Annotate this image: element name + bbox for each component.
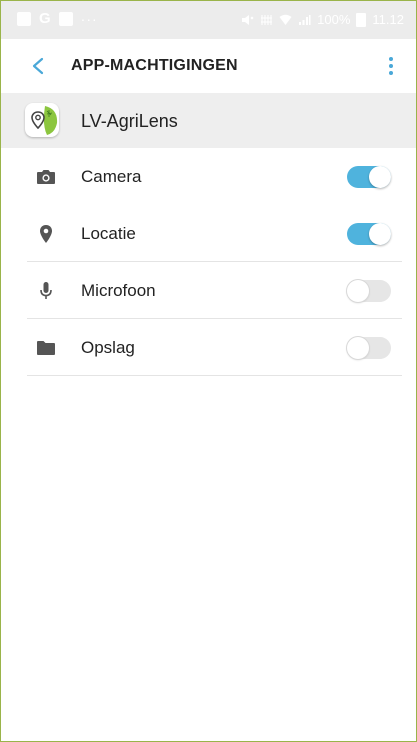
app-header: LV-AgriLens xyxy=(1,93,416,148)
more-dots-icon: ··· xyxy=(80,11,98,27)
mute-icon xyxy=(242,15,254,25)
app-icon xyxy=(25,103,59,137)
toolbar: APP-MACHTIGINGEN xyxy=(1,39,416,93)
camera-toggle[interactable] xyxy=(347,166,391,188)
permission-label: Locatie xyxy=(81,224,136,243)
signal-icon xyxy=(299,15,311,25)
toggle-knob xyxy=(369,166,391,188)
more-vertical-icon[interactable] xyxy=(380,51,402,81)
permission-item-opslag[interactable]: Opslag xyxy=(1,319,416,376)
location-icon xyxy=(40,225,52,243)
folder-icon xyxy=(37,341,55,355)
clock: 11.12 xyxy=(372,12,404,27)
wifi-icon xyxy=(279,14,292,25)
camera-icon xyxy=(37,170,55,184)
permission-item-camera[interactable]: Camera xyxy=(1,148,416,205)
toggle-knob xyxy=(369,223,391,245)
permission-item-locatie[interactable]: Locatie xyxy=(1,205,416,262)
battery-charging-icon xyxy=(356,13,367,27)
divider xyxy=(27,375,402,376)
permission-item-microfoon[interactable]: Microfoon xyxy=(1,262,416,319)
toggle-knob xyxy=(347,280,369,302)
app-name: LV-AgriLens xyxy=(81,111,178,131)
battery-percent: 100% xyxy=(317,12,351,27)
status-bar-left: G ··· xyxy=(17,10,98,27)
google-icon: G xyxy=(39,10,51,27)
phone-screen: G ··· 100% 11.12 APP-MACHTIGINGEN LV-Agr… xyxy=(0,0,417,742)
page-title: APP-MACHTIGINGEN xyxy=(71,57,238,74)
chevron-left-icon[interactable] xyxy=(23,51,53,81)
opslag-toggle[interactable] xyxy=(347,337,391,359)
locatie-toggle[interactable] xyxy=(347,223,391,245)
status-bar-right: 100% 11.12 xyxy=(241,12,404,28)
image-icon xyxy=(17,12,31,26)
permission-list: Camera Locatie Microfoon Opslag xyxy=(1,148,416,376)
nfc-icon xyxy=(261,15,273,25)
location-pin-leaf-icon xyxy=(31,106,58,135)
microfoon-toggle[interactable] xyxy=(347,280,391,302)
microphone-icon xyxy=(40,282,52,299)
calendar-icon xyxy=(58,12,73,26)
permission-label: Opslag xyxy=(81,338,135,357)
status-bar: G ··· 100% 11.12 xyxy=(1,1,416,39)
permission-label: Microfoon xyxy=(81,281,156,300)
toggle-knob xyxy=(347,337,369,359)
permission-label: Camera xyxy=(81,167,142,186)
